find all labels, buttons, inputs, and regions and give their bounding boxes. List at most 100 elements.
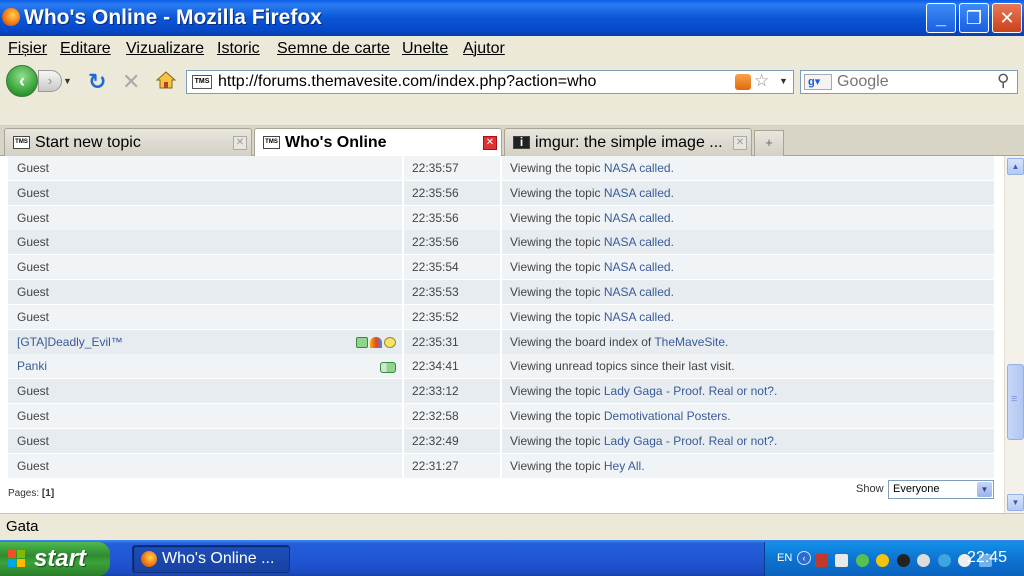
scroll-down-icon[interactable]: ▼	[1007, 494, 1024, 511]
time-cell: 22:35:31	[404, 329, 500, 354]
topic-link[interactable]: NASA called.	[604, 211, 674, 225]
topic-link[interactable]: Lady Gaga - Proof. Real or not?.	[604, 434, 777, 448]
language-indicator[interactable]: EN	[777, 552, 792, 564]
search-bar[interactable]: g▾ ⚲	[800, 70, 1018, 94]
action-text: Viewing unread topics since their last v…	[510, 359, 735, 373]
chat-icon[interactable]	[937, 554, 951, 568]
tab-close-icon[interactable]: ✕	[233, 136, 247, 150]
action-cell: Viewing the topic Lady Gaga - Proof. Rea…	[502, 379, 994, 404]
topic-link[interactable]: NASA called.	[604, 310, 674, 324]
taskbar-window-label: Who's Online ...	[162, 550, 275, 567]
history-dropdown-icon[interactable]: ▼	[63, 76, 72, 86]
network-icon[interactable]	[917, 554, 931, 568]
search-magnifier-icon[interactable]: ⚲	[997, 71, 1009, 91]
firefox-icon[interactable]	[2, 8, 20, 26]
tab-close-icon[interactable]: ✕	[483, 136, 497, 150]
chevron-down-icon[interactable]: ▼	[977, 482, 992, 497]
vertical-scrollbar[interactable]: ▲ ▼	[1004, 156, 1024, 513]
stop-icon[interactable]: ✕	[122, 69, 140, 95]
search-input[interactable]	[837, 73, 987, 91]
action-cell: Viewing the board index of TheMaveSite.	[502, 329, 994, 354]
topic-link[interactable]: NASA called.	[604, 186, 674, 200]
action-prefix: Viewing the topic	[510, 384, 601, 399]
tab-label: Start new topic	[35, 134, 141, 151]
menu-bookmarks[interactable]: Semne de carte	[277, 40, 390, 58]
table-row: Guest 22:35:52 Viewing the topic NASA call…	[8, 304, 994, 330]
start-label: start	[34, 545, 87, 572]
menu-view[interactable]: Vizualizare	[126, 40, 204, 58]
topic-link[interactable]: NASA called.	[604, 235, 674, 249]
topic-link[interactable]: NASA called.	[604, 260, 674, 274]
tab-start-new-topic[interactable]: TMS Start new topic ✕	[4, 128, 252, 156]
menu-history[interactable]: Istoric	[217, 40, 260, 58]
tab-whos-online[interactable]: TMS Who's Online ✕	[254, 128, 502, 157]
phone-icon[interactable]	[896, 554, 910, 568]
time-cell: 22:31:27	[404, 453, 500, 478]
tab-label: imgur: the simple image ...	[535, 134, 723, 151]
pm-icon[interactable]	[356, 336, 368, 348]
topic-link[interactable]: NASA called.	[604, 161, 674, 175]
topic-link[interactable]: Hey All.	[604, 459, 645, 473]
reload-icon[interactable]: ↻	[88, 69, 106, 95]
forward-arrow-icon: ›	[47, 73, 53, 88]
menu-tools[interactable]: Unelte	[402, 40, 448, 58]
search-engine-google-icon[interactable]: g▾	[804, 74, 832, 90]
action-text: Viewing the topic NASA called.	[510, 161, 674, 175]
member-name-link[interactable]: Panki	[17, 359, 47, 373]
status-bar: Gata	[0, 513, 1024, 540]
url-text[interactable]: http://forums.themavesite.com/index.php?…	[218, 73, 596, 91]
shield-icon[interactable]	[855, 554, 869, 568]
scroll-thumb[interactable]	[1007, 364, 1024, 440]
new-tab-button[interactable]: +	[754, 130, 784, 156]
back-button[interactable]: ‹	[6, 65, 38, 97]
tab-imgur[interactable]: i imgur: the simple image ... ✕	[504, 128, 752, 156]
smiley-icon[interactable]	[384, 336, 396, 348]
user-cell: Guest	[8, 230, 402, 255]
menu-edit[interactable]: Editare	[60, 40, 111, 58]
scroll-up-icon[interactable]: ▲	[1007, 158, 1024, 175]
taskbar-firefox-window[interactable]: Who's Online ...	[132, 545, 290, 573]
menu-help[interactable]: Ajutor	[463, 40, 505, 58]
table-row: Guest 22:32:58 Viewing the topic Demotivat…	[8, 403, 994, 429]
clock[interactable]: 22:45	[967, 549, 1007, 567]
show-hidden-icons-icon[interactable]: ‹	[797, 551, 811, 565]
guest-name: Guest	[17, 210, 50, 225]
time-cell: 22:35:56	[404, 205, 500, 230]
topic-link[interactable]: Lady Gaga - Proof. Real or not?.	[604, 384, 777, 398]
topic-link[interactable]: Demotivational Posters.	[604, 409, 731, 423]
current-page-link[interactable]: [1]	[42, 488, 54, 499]
topic-link[interactable]: NASA called.	[604, 285, 674, 299]
url-dropdown-icon[interactable]: ▼	[779, 76, 788, 86]
action-text: Viewing the topic NASA called.	[510, 211, 674, 225]
action-prefix: Viewing the topic	[510, 185, 601, 200]
start-button[interactable]: start	[0, 542, 110, 576]
table-row: Guest 22:31:27 Viewing the topic Hey All.	[8, 453, 994, 479]
minimize-button[interactable]: _	[926, 3, 956, 33]
action-prefix: Viewing the topic	[510, 210, 601, 225]
forward-button[interactable]: ›	[38, 70, 62, 92]
show-label: Show	[856, 483, 884, 495]
tray-app-icon[interactable]	[815, 554, 828, 568]
action-cell: Viewing the topic NASA called.	[502, 205, 994, 230]
pm-icon[interactable]	[380, 361, 396, 373]
tms-favicon-icon: TMS	[263, 136, 280, 149]
action-prefix: Viewing the topic	[510, 309, 601, 324]
home-icon[interactable]	[156, 70, 176, 90]
volume-icon[interactable]	[835, 554, 849, 568]
msn-icon[interactable]	[370, 336, 382, 348]
messenger-icon[interactable]	[876, 554, 890, 568]
menu-file[interactable]: Fișier	[8, 40, 47, 58]
rss-feed-icon[interactable]	[735, 74, 751, 90]
url-bar[interactable]: TMS http://forums.themavesite.com/index.…	[186, 70, 794, 94]
show-filter-select[interactable]: Everyone ▼	[888, 480, 994, 499]
bookmark-star-icon[interactable]: ☆	[754, 71, 769, 91]
tab-close-icon[interactable]: ✕	[733, 136, 747, 150]
maximize-button[interactable]: ❐	[959, 3, 989, 33]
windows-taskbar: start Who's Online ... EN ‹ 22:45	[0, 540, 1024, 576]
menu-bar: Fișier Editare Vizualizare Istoric Semne…	[0, 36, 1024, 62]
member-name-link[interactable]: [GTA]Deadly_Evil™	[17, 335, 123, 349]
action-cell: Viewing the topic NASA called.	[502, 156, 994, 180]
site-favicon-icon: TMS	[192, 75, 212, 89]
close-button[interactable]: ✕	[992, 3, 1022, 33]
topic-link[interactable]: TheMaveSite.	[654, 335, 728, 349]
